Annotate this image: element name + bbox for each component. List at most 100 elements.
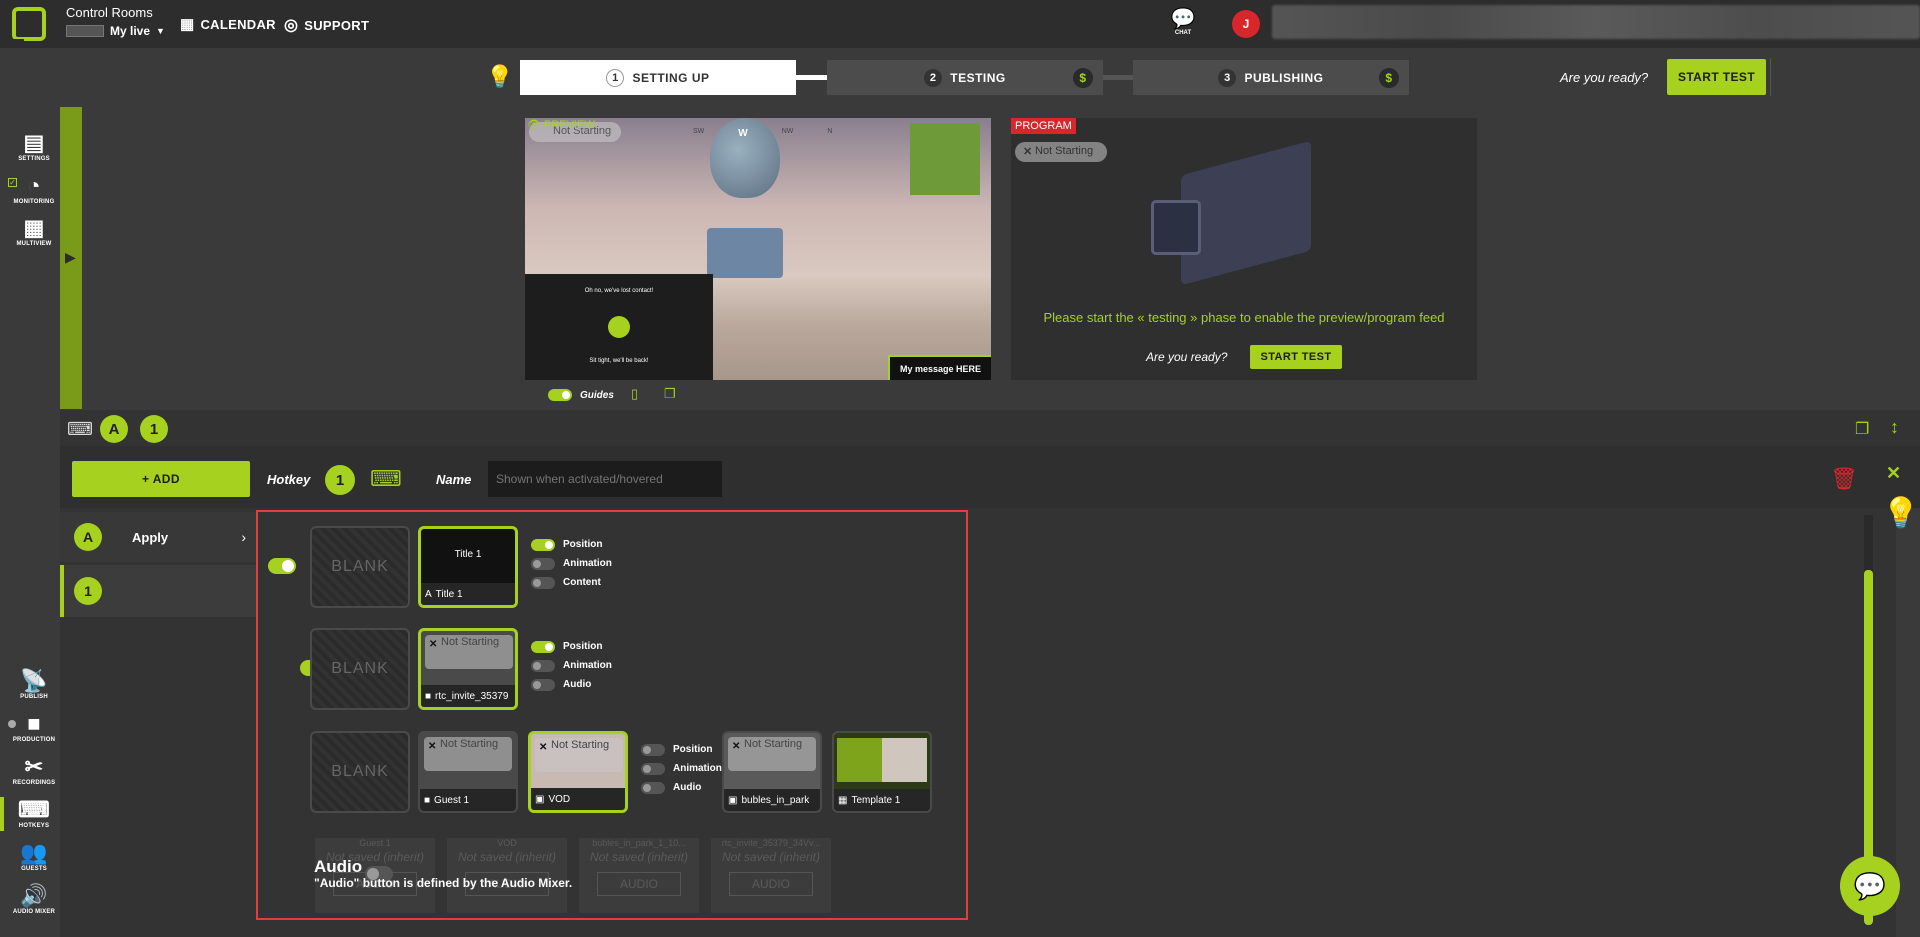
position-switch[interactable] <box>531 640 555 653</box>
animation-switch[interactable] <box>641 762 665 775</box>
program-status-chip: ✕ Not Starting <box>1015 142 1107 162</box>
template-tile[interactable]: ▦ Template 1 <box>832 731 932 813</box>
lightbulb-icon[interactable]: 💡 <box>1882 496 1919 531</box>
grid-icon: ▦ <box>23 215 45 240</box>
chat-icon: 💬 <box>1170 8 1196 30</box>
vod-tile[interactable]: Not Starting ▣VOD <box>528 731 628 813</box>
lightbulb-icon[interactable]: 💡 <box>486 64 513 90</box>
guides-switch[interactable] <box>548 389 572 401</box>
position-switch[interactable] <box>641 743 665 756</box>
sidebar-item-settings[interactable]: ▤ SETTINGS <box>0 130 68 162</box>
audio-switch[interactable] <box>641 781 665 794</box>
row-1-toggle[interactable] <box>268 558 296 574</box>
resize-vertical-icon[interactable]: ↕ <box>1890 417 1899 438</box>
sidebar-item-guests[interactable]: 👥 GUESTS <box>0 840 68 872</box>
guest-tile[interactable]: Not Starting ■Guest 1 <box>418 731 518 813</box>
nav-support[interactable]: ◎ SUPPORT <box>284 15 369 35</box>
blank-tile[interactable]: BLANK <box>310 526 410 608</box>
row-1-options: Position Animation Content <box>531 535 612 592</box>
animation-switch[interactable] <box>531 659 555 672</box>
position-switch[interactable] <box>531 538 555 551</box>
video-camera-icon: ■ <box>424 794 431 806</box>
top-bar: Control Rooms My live ▼ ▦ CALENDAR ◎ SUP… <box>0 0 1920 48</box>
blank-tile[interactable]: BLANK <box>310 731 410 813</box>
trash-icon[interactable]: 🗑 <box>1830 466 1858 492</box>
windows-icon[interactable]: ❐ <box>1855 419 1869 439</box>
paid-badge-icon: $ <box>1073 67 1093 88</box>
sidebar-item-audio-mixer[interactable]: 🔊 AUDIO MIXER <box>0 883 68 915</box>
hotkey-group-bar <box>60 410 1920 446</box>
program-start-test-button[interactable]: START TEST <box>1250 345 1342 369</box>
guides-toggle[interactable]: Guides <box>548 389 614 401</box>
ready-question: Are you ready? <box>1560 70 1649 85</box>
bubles-in-park-tile[interactable]: Not Starting ▣bubles_in_park <box>722 731 822 813</box>
divider <box>1770 58 1771 96</box>
app-logo[interactable] <box>10 7 46 43</box>
live-name: My live <box>110 24 151 38</box>
lost-contact-panel: Oh no, we've lost contact! Sit tight, we… <box>525 274 713 380</box>
start-test-button[interactable]: START TEST <box>1667 59 1766 95</box>
preview-monitor[interactable]: SW W NW N Oh no, we've lost contact! Sit… <box>525 118 991 380</box>
paid-badge-icon: $ <box>1379 67 1399 88</box>
sidebar-item-publish[interactable]: 📡 PUBLISH <box>0 668 68 700</box>
blurred-header-region <box>1272 5 1920 39</box>
animation-switch[interactable] <box>531 557 555 570</box>
user-avatar[interactable]: J <box>1232 10 1260 38</box>
control-rooms-title: Control Rooms <box>66 5 153 20</box>
calendar-icon: ▦ <box>180 16 195 33</box>
video-camera-icon: ■ <box>27 711 41 736</box>
sidebar-item-hotkeys[interactable]: ⌨ HOTKEYS <box>0 797 68 829</box>
add-button[interactable]: + ADD <box>72 461 250 497</box>
program-ready-question: Are you ready? <box>1146 350 1228 364</box>
title-tile[interactable]: Title 1 A Title 1 <box>418 526 518 608</box>
gauge-icon: ◔ <box>27 173 41 198</box>
settings-icon: ▤ <box>23 130 45 155</box>
keyboard-icon[interactable]: ⌨ <box>370 466 402 492</box>
chevron-right-icon: ▶ <box>65 249 76 265</box>
sidebar-item-recordings[interactable]: ✂ RECORDINGS <box>0 754 68 786</box>
step-connector <box>1102 75 1134 80</box>
keyboard-icon[interactable]: ⌨ <box>67 419 93 440</box>
row-2-options: Position Animation Audio <box>531 637 612 694</box>
list-item[interactable]: A Apply › <box>60 512 256 562</box>
step-testing[interactable]: 2 TESTING $ <box>827 60 1103 95</box>
hotkey-number[interactable]: 1 <box>325 465 355 495</box>
step-connector <box>795 75 827 80</box>
chat-bubble-icon: 💬 <box>1853 870 1887 901</box>
minimap <box>910 123 980 195</box>
chevron-right-icon: › <box>241 529 246 545</box>
keyboard-icon: ⌨ <box>18 797 50 822</box>
eye-icon: 👁 <box>527 119 541 131</box>
layers-icon[interactable]: ❐ <box>664 386 676 402</box>
speaker-icon: 🔊 <box>20 883 48 908</box>
monitoring-checkbox[interactable]: ✓ <box>8 178 17 187</box>
close-icon[interactable]: ✕ <box>1886 463 1901 484</box>
audio-description: "Audio" button is defined by the Audio M… <box>314 876 573 890</box>
step-publishing[interactable]: 3 PUBLISHING $ <box>1133 60 1409 95</box>
live-selector[interactable]: My live ▼ <box>66 24 165 38</box>
hotkey-group-a[interactable]: A <box>100 415 128 443</box>
audio-ghost-item: rtc_invite_35379_34Vv... Not saved (inhe… <box>711 838 831 913</box>
audio-switch[interactable] <box>531 678 555 691</box>
blank-tile[interactable]: BLANK <box>310 628 410 710</box>
chat-launcher-button[interactable]: 💬 <box>1840 856 1900 916</box>
template-thumbnail <box>837 738 927 782</box>
sidebar-item-multiview[interactable]: ▦ MULTIVIEW <box>0 215 68 247</box>
chat-button[interactable]: 💬 CHAT <box>1167 8 1199 36</box>
step-setting-up[interactable]: 1 SETTING UP <box>520 60 796 95</box>
lost-contact-icon <box>608 316 630 338</box>
text-icon: A <box>425 588 432 600</box>
broadcast-icon: 📡 <box>20 668 48 693</box>
grid-icon: ▦ <box>838 794 848 806</box>
caret-down-icon: ▼ <box>156 26 165 36</box>
content-switch[interactable] <box>531 576 555 589</box>
rtc-invite-tile[interactable]: Not Starting ■rtc_invite_35379 <box>418 628 518 710</box>
program-monitor: PROGRAM ✕ Not Starting Please start the … <box>1011 118 1477 380</box>
mobile-icon[interactable]: ▯ <box>631 386 638 402</box>
hotkey-label: Hotkey <box>267 472 311 487</box>
nav-calendar[interactable]: ▦ CALENDAR <box>180 15 276 33</box>
film-icon: ▣ <box>535 793 545 805</box>
list-item[interactable]: 1 <box>60 565 256 617</box>
hotkey-group-1[interactable]: 1 <box>140 415 168 443</box>
name-input[interactable] <box>488 461 722 497</box>
